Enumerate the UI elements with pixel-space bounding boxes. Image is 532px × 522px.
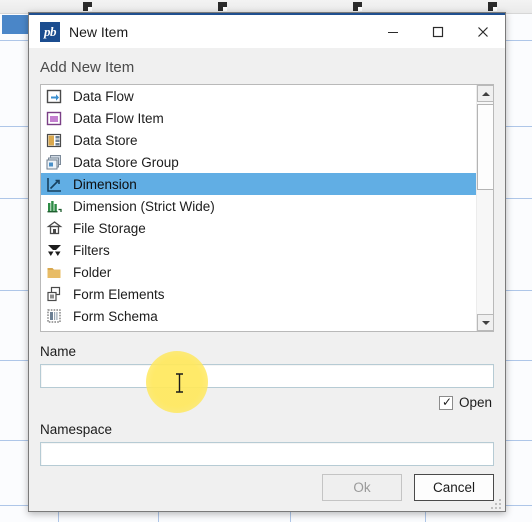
new-item-dialog: pb New Item Add New Item Data Flow Data … [28,12,506,512]
check-icon: ✓ [441,394,453,409]
data-store-icon [46,133,62,147]
list-item[interactable]: Data Store Group [41,151,476,173]
form-schema-icon [46,330,63,331]
dimension-strict-wide-icon [47,200,62,212]
filters-icon [46,242,63,259]
item-type-listbox[interactable]: Data Flow Data Flow Item Data Store Data St… [40,84,494,332]
list-item[interactable]: Filters [41,239,476,261]
form-schema-icon [47,330,61,331]
form-elements-icon [47,286,61,301]
form-elements-icon [46,286,63,303]
folder-icon [46,264,63,281]
list-item-label: Dimension [73,176,137,192]
bg-tab-icon-1 [83,2,92,11]
maximize-button[interactable] [415,15,460,48]
form-schema-icon [47,308,61,323]
folder-icon [47,267,61,278]
namespace-input[interactable] [41,443,493,465]
scrollbar-thumb[interactable] [477,104,493,190]
list-item-label: Data Store Group [73,154,179,170]
ok-button[interactable]: Ok [322,474,402,501]
list-item-label: Form Elements [73,286,165,302]
chevron-down-icon [481,320,490,325]
dialog-titlebar[interactable]: pb New Item [29,15,505,48]
scroll-down-button[interactable] [477,314,493,331]
minimize-icon [387,31,398,33]
data-store-group-icon [46,154,63,171]
page-title: Add New Item [40,59,135,76]
form-schema-icon [46,308,63,325]
open-checkbox-label: Open [458,395,492,410]
namespace-input-wrapper[interactable] [40,442,494,466]
dimension-icon [46,176,63,193]
filters-icon [48,244,61,256]
app-logo-icon: pb [40,21,60,42]
list-item-label: Data Store [73,132,138,148]
namespace-field-label: Namespace [40,422,113,437]
list-item-partial[interactable] [41,327,476,331]
window-title: New Item [69,23,129,40]
list-item-label: Data Flow [73,88,134,104]
name-input-wrapper[interactable] [40,364,494,388]
cancel-button[interactable]: Cancel [414,474,494,501]
data-flow-icon [46,88,63,105]
bg-tab-icon-2 [218,2,227,11]
close-icon [477,26,488,37]
dimension-strict-wide-icon [46,198,63,215]
chevron-up-icon [481,91,490,96]
name-field-label: Name [40,344,77,359]
name-input[interactable] [41,365,493,387]
bg-tab-icon-4 [488,2,497,11]
maximize-icon [432,26,443,37]
dialog-footer: Ok Cancel [322,474,494,501]
open-checkbox-row[interactable]: ✓ Open [29,395,492,410]
list-item[interactable]: Data Store [41,129,476,151]
list-item[interactable]: Form Schema [41,305,476,327]
list-item[interactable]: Form Elements [41,283,476,305]
close-button[interactable] [460,15,505,48]
data-flow-item-icon [46,110,63,127]
list-item[interactable]: Folder [41,261,476,283]
data-flow-icon [46,89,62,103]
list-item-label: Filters [73,242,110,258]
dialog-body: Add New Item Data Flow Data Flow Item Data… [29,48,505,513]
dimension-icon [47,177,61,192]
list-item-label: File Storage [73,220,146,236]
window-controls [370,15,505,48]
file-storage-icon [46,220,63,237]
data-store-icon [46,132,63,149]
scroll-up-button[interactable] [477,85,493,102]
list-item-label: Form Schema [73,308,158,324]
list-item[interactable]: File Storage [41,217,476,239]
data-store-group-icon [46,154,61,169]
bg-tab-icon-3 [353,2,362,11]
minimize-button[interactable] [370,15,415,48]
list-scrollbar[interactable] [476,85,493,331]
list-item-label: Data Flow Item [73,110,164,126]
resize-grip-icon[interactable] [490,498,502,510]
data-flow-item-icon [46,111,62,125]
list-item[interactable]: Dimension (Strict Wide) [41,195,476,217]
list-item[interactable]: Dimension [41,173,476,195]
list-item-label: Dimension (Strict Wide) [73,198,215,214]
list-item-label: Folder [73,264,112,280]
item-type-list[interactable]: Data Flow Data Flow Item Data Store Data St… [41,85,476,331]
file-storage-icon [46,220,63,234]
list-item[interactable]: Data Flow Item [41,107,476,129]
open-checkbox[interactable]: ✓ [438,394,453,410]
list-item[interactable]: Data Flow [41,85,476,107]
